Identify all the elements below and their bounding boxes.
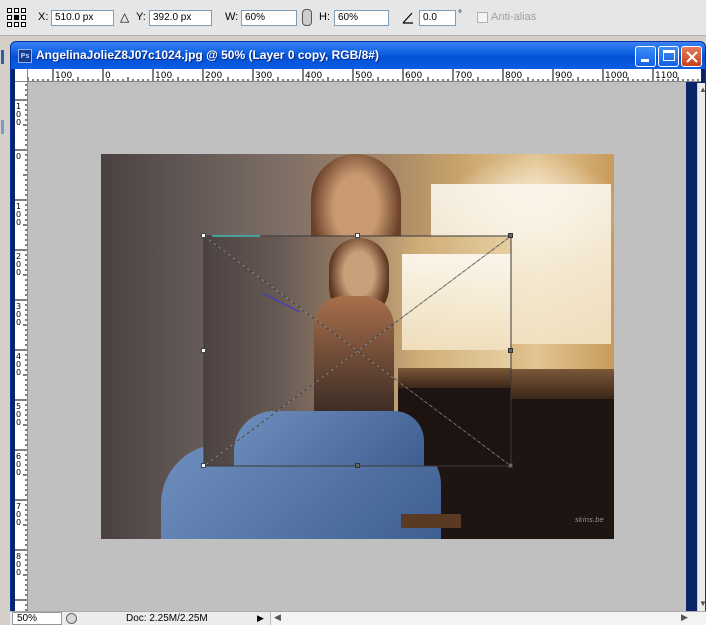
x-label: X: bbox=[38, 11, 49, 23]
y-field[interactable]: 392.0 px bbox=[149, 10, 212, 26]
minimize-icon bbox=[641, 59, 649, 62]
w-label: W: bbox=[225, 11, 239, 23]
ruler-label: 0 bbox=[16, 568, 21, 577]
minimize-button[interactable] bbox=[635, 46, 656, 67]
transformed-layer[interactable] bbox=[204, 236, 511, 466]
width-field[interactable]: 60% bbox=[241, 10, 297, 26]
ruler-label: 1100 bbox=[655, 71, 678, 81]
ruler-label: 700 bbox=[455, 71, 472, 81]
link-icon[interactable] bbox=[302, 9, 312, 26]
transform-handle-bottom-right[interactable] bbox=[508, 463, 513, 468]
transform-handle-bottom-left[interactable] bbox=[201, 463, 206, 468]
ruler-label: 0 bbox=[16, 218, 21, 227]
close-button[interactable] bbox=[681, 46, 702, 67]
scroll-right-icon[interactable]: ▶ bbox=[681, 612, 688, 623]
ruler-label: 800 bbox=[505, 71, 522, 81]
ruler-label: 100 bbox=[155, 71, 172, 81]
scroll-up-icon[interactable]: ▲ bbox=[699, 85, 705, 94]
play-icon[interactable]: ▶ bbox=[257, 613, 266, 624]
transform-handle-top-right[interactable] bbox=[508, 233, 513, 238]
reference-point-icon[interactable] bbox=[7, 8, 27, 28]
toolbox-marker bbox=[1, 120, 4, 134]
toolbox-edge bbox=[0, 36, 10, 625]
zoom-field[interactable]: 50% bbox=[12, 612, 62, 625]
photoshop-icon: Ps bbox=[18, 49, 32, 63]
ruler-label: 400 bbox=[305, 71, 322, 81]
transform-handle-right[interactable] bbox=[508, 348, 513, 353]
antialias-label: Anti-alias bbox=[491, 11, 537, 23]
vertical-scrollbar[interactable]: ▲ ▼ bbox=[697, 83, 705, 612]
close-icon bbox=[686, 51, 698, 63]
ruler-label: 0 bbox=[105, 71, 111, 81]
ruler-label: 0 bbox=[16, 468, 21, 477]
transform-handle-top-left[interactable] bbox=[201, 233, 206, 238]
h-label: H: bbox=[319, 11, 330, 23]
vertical-ruler: 1000100200300400500600700800 bbox=[15, 82, 28, 612]
horizontal-scrollbar[interactable]: ◀ ▶ bbox=[270, 612, 706, 625]
angle-icon bbox=[402, 12, 413, 24]
degree-symbol: ° bbox=[458, 9, 462, 20]
document-size-info: Doc: 2.25M/2.25M bbox=[126, 613, 208, 624]
x-field[interactable]: 510.0 px bbox=[51, 10, 114, 26]
ruler-label: 500 bbox=[355, 71, 372, 81]
transform-handle-left[interactable] bbox=[201, 348, 206, 353]
ruler-label: 0 bbox=[16, 368, 21, 377]
antialias-checkbox[interactable] bbox=[477, 12, 488, 23]
ruler-label: 0 bbox=[16, 418, 21, 427]
transform-handle-bottom[interactable] bbox=[355, 463, 360, 468]
ruler-label: 0 bbox=[16, 268, 21, 277]
transform-handle-top[interactable] bbox=[355, 233, 360, 238]
status-bar: 50% Doc: 2.25M/2.25M ▶ ◀ ▶ bbox=[10, 611, 706, 625]
status-icon[interactable] bbox=[66, 613, 77, 624]
ruler-label: 200 bbox=[205, 71, 222, 81]
watermark: skins.be bbox=[575, 516, 604, 524]
layer-wall bbox=[402, 254, 511, 350]
ruler-label: 300 bbox=[255, 71, 272, 81]
layer-shelf bbox=[398, 368, 511, 388]
options-bar: X: 510.0 px △ Y: 392.0 px W: 60% H: 60% … bbox=[0, 0, 706, 36]
layer-subject-legs bbox=[234, 411, 424, 466]
rotation-field[interactable]: 0.0 bbox=[419, 10, 456, 26]
ruler-label: 0 bbox=[16, 518, 21, 527]
maximize-button[interactable] bbox=[658, 46, 679, 67]
title-bar[interactable]: Ps AngelinaJolieZ8J07c1024.jpg @ 50% (La… bbox=[11, 42, 705, 69]
y-label: Y: bbox=[136, 11, 146, 23]
layer-subject-body bbox=[314, 296, 394, 426]
scroll-down-icon[interactable]: ▼ bbox=[699, 599, 705, 608]
ruler-label: 1000 bbox=[605, 71, 628, 81]
maximize-icon bbox=[663, 50, 675, 61]
scroll-left-icon[interactable]: ◀ bbox=[274, 612, 281, 623]
ruler-label: 900 bbox=[555, 71, 572, 81]
toolbox-marker bbox=[1, 50, 4, 64]
ruler-label: 0 bbox=[16, 118, 21, 127]
delta-icon: △ bbox=[120, 10, 130, 24]
ruler-label: 0 bbox=[16, 318, 21, 327]
horizontal-ruler: 100 0 100 200 300 400 500 600 700 800 900 1000 1100 bbox=[15, 69, 701, 82]
height-field[interactable]: 60% bbox=[334, 10, 389, 26]
document-title: AngelinaJolieZ8J07c1024.jpg @ 50% (Layer… bbox=[36, 48, 379, 62]
ruler-origin[interactable] bbox=[15, 69, 28, 82]
ruler-label: 600 bbox=[405, 71, 422, 81]
ruler-label: 0 bbox=[16, 152, 21, 161]
photo-stool bbox=[401, 514, 461, 528]
ruler-label: 100 bbox=[55, 71, 72, 81]
